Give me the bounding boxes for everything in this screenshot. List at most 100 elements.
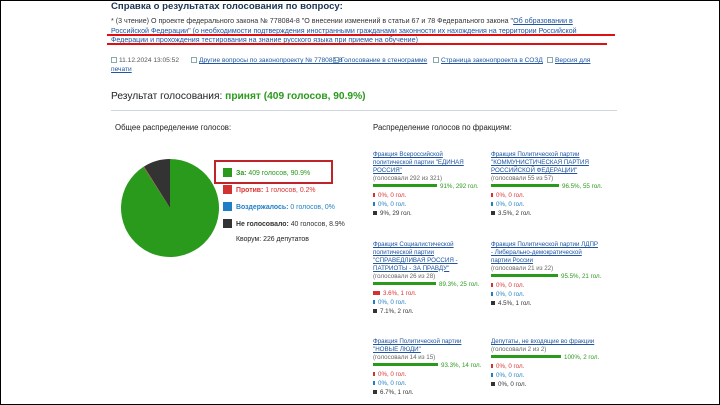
faction-name-link[interactable]: Фракция Социалистической политической па…	[373, 241, 483, 273]
overall-title: Общее распределение голосов:	[115, 123, 232, 132]
print-icon	[547, 57, 553, 63]
faction-row-for: 96.5%, 55 гол.	[491, 183, 602, 192]
faction-abstain: 0%, 0 гол.	[496, 371, 525, 379]
faction-card: Фракция Всероссийской политической парти…	[373, 151, 483, 219]
faction-name-link[interactable]: Фракция Всероссийской политической парти…	[373, 151, 483, 175]
document-icon	[191, 57, 197, 63]
absent-marker	[373, 389, 377, 394]
faction-row-absent: 3.5%, 2 гол.	[491, 210, 601, 219]
faction-row-for: 93.3%, 14 гол.	[373, 362, 483, 371]
against-label: Против:	[236, 187, 264, 194]
faction-abstain: 0%, 0 гол.	[378, 298, 407, 306]
faction-against: 0%, 0 гол.	[496, 191, 525, 199]
against-marker	[491, 282, 493, 287]
faction-row-against: 3.6%, 1 гол.	[373, 290, 483, 299]
faction-row-absent: 0%, 0 гол.	[491, 381, 601, 390]
faction-for: 89.3%, 25 гол.	[439, 280, 480, 288]
faction-absent: 9%, 29 гол.	[380, 209, 412, 217]
against-marker	[491, 363, 493, 368]
faction-row-for: 95.5%, 21 гол.	[491, 273, 601, 282]
faction-row-abstain: 0%, 0 гол.	[491, 291, 601, 300]
other-questions-link[interactable]: Другие вопросы по законопроекту № 778084…	[199, 57, 342, 64]
faction-name-link[interactable]: Депутаты, не входящие во фракции	[491, 338, 601, 346]
faction-voted: (голосовали 292 из 321)	[373, 174, 443, 182]
transcript-link[interactable]: Голосование в стенограмме	[341, 57, 427, 64]
bill-reading-prefix: * (3 чтение) О проекте федерального зако…	[111, 17, 514, 25]
for-bar	[491, 273, 558, 277]
faction-row-absent: 9%, 29 гол.	[373, 210, 483, 219]
faction-absent: 0%, 0 гол.	[498, 380, 527, 388]
absent-label: Не голосовало:	[236, 221, 289, 228]
faction-abstain: 0%, 0 гол.	[378, 379, 407, 387]
absent-swatch	[223, 219, 232, 228]
faction-row-against: 0%, 0 гол.	[491, 363, 601, 372]
transcript-icon	[333, 57, 339, 63]
against-marker	[373, 192, 375, 197]
abstain-marker	[491, 201, 493, 206]
faction-for: 91%, 292 гол.	[440, 182, 479, 190]
absent-marker	[491, 381, 495, 386]
faction-against: 0%, 0 гол.	[378, 370, 407, 378]
faction-row-abstain: 0%, 0 гол.	[491, 201, 601, 210]
abstain-marker	[373, 201, 375, 206]
abstain-value: 0 голосов, 0%	[290, 204, 335, 211]
faction-against: 0%, 0 гол.	[496, 281, 525, 289]
faction-row-absent: 4.5%, 1 гол.	[491, 300, 601, 309]
faction-name-link[interactable]: Фракция Политической партии ЛДПР - Либер…	[491, 241, 601, 265]
divider	[111, 110, 617, 111]
faction-abstain: 0%, 0 гол.	[496, 200, 525, 208]
faction-absent: 7.1%, 2 гол.	[380, 307, 414, 315]
print-version-link[interactable]: Версия для	[555, 57, 590, 64]
absent-marker	[491, 210, 495, 215]
legend-against: Против: 1 голосов, 0.2%	[223, 185, 316, 194]
faction-voted: (голосовали 14 из 15)	[373, 353, 436, 361]
highlight-underline	[107, 34, 615, 36]
page-title: Справка о результатах голосования по воп…	[111, 1, 343, 12]
abstain-marker	[491, 291, 493, 296]
faction-against: 0%, 0 гол.	[378, 191, 407, 199]
print-version-link-2[interactable]: печати	[111, 66, 132, 73]
faction-voted: (голосовали 2 из 2)	[491, 345, 547, 353]
absent-value: 40 голосов, 8.9%	[290, 221, 345, 228]
abstain-label: Воздержалось:	[236, 204, 289, 211]
calendar-icon	[111, 57, 117, 63]
faction-voted: (голосовали 26 из 28)	[373, 272, 436, 280]
sozd-icon	[433, 57, 439, 63]
sozd-page-link[interactable]: Страница законопроекта в СОЗД	[441, 57, 543, 64]
faction-card: Депутаты, не входящие во фракции (голосов…	[491, 338, 601, 390]
absent-marker	[491, 300, 495, 305]
against-marker	[373, 371, 375, 376]
against-value: 1 голосов, 0.2%	[265, 187, 316, 194]
factions-title: Распределение голосов по фракциям:	[373, 123, 512, 132]
result-label: Результат голосования:	[111, 91, 223, 102]
quorum-text: Кворум: 226 депутатов	[236, 236, 309, 243]
bill-description: * (3 чтение) О проекте федерального зако…	[111, 17, 611, 46]
absent-marker	[373, 210, 377, 215]
faction-name-link[interactable]: Фракция Политической партии "КОММУНИСТИЧ…	[491, 151, 601, 175]
faction-name-link[interactable]: Фракция Политической партии "НОВЫЕ ЛЮДИ"	[373, 338, 483, 354]
for-bar	[491, 354, 561, 358]
faction-for: 93.3%, 14 гол.	[441, 361, 482, 369]
faction-abstain: 0%, 0 гол.	[378, 200, 407, 208]
faction-row-abstain: 0%, 0 гол.	[491, 372, 601, 381]
absent-marker	[373, 308, 377, 313]
for-bar	[491, 183, 559, 187]
faction-row-absent: 7.1%, 2 гол.	[373, 308, 483, 317]
faction-for: 100%, 2 гол.	[564, 353, 600, 361]
faction-absent: 3.5%, 2 гол.	[498, 209, 532, 217]
vote-report-page: Справка о результатах голосования по воп…	[97, 0, 622, 405]
legend-abstain: Воздержалось: 0 голосов, 0%	[223, 202, 335, 211]
faction-row-abstain: 0%, 0 гол.	[373, 380, 483, 389]
faction-row-for: 89.3%, 25 гол.	[373, 281, 483, 290]
abstain-marker	[373, 380, 375, 385]
against-swatch	[223, 185, 232, 194]
faction-abstain: 0%, 0 гол.	[496, 290, 525, 298]
highlight-underline	[107, 43, 607, 45]
legend-absent: Не голосовало: 40 голосов, 8.9%	[223, 219, 345, 228]
faction-row-against: 0%, 0 гол.	[491, 282, 601, 291]
faction-row-against: 0%, 0 гол.	[491, 192, 601, 201]
for-bar	[373, 281, 436, 285]
faction-absent: 6.7%, 1 гол.	[380, 388, 414, 396]
faction-against: 3.6%, 1 гол.	[383, 289, 417, 297]
faction-absent: 4.5%, 1 гол.	[498, 299, 532, 307]
